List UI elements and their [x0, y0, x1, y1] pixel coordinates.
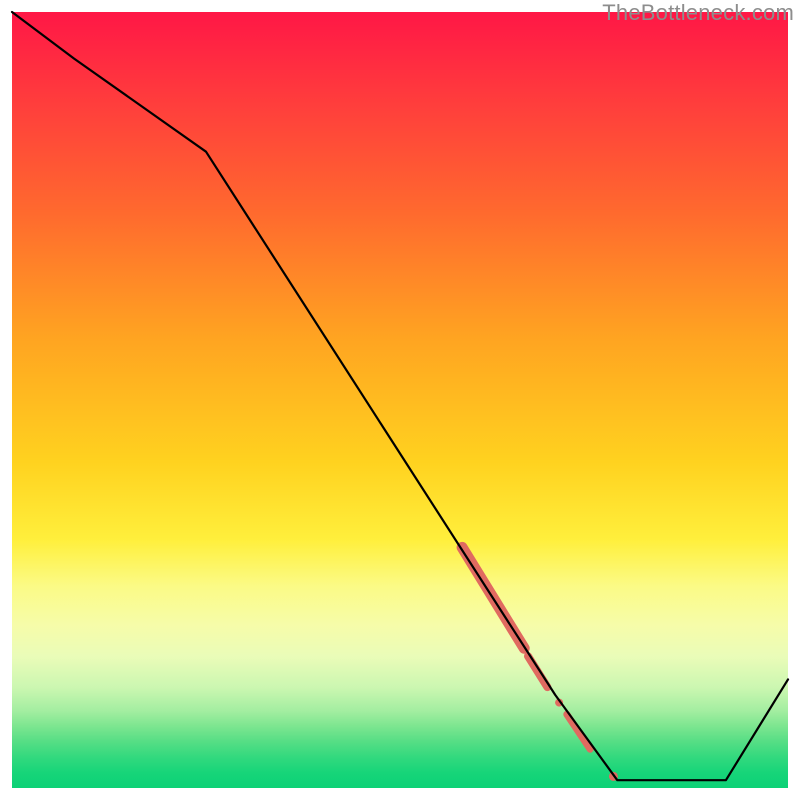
chart-container: TheBottleneck.com — [0, 0, 800, 800]
chart-highlights — [462, 547, 618, 781]
bottleneck-curve — [12, 12, 788, 780]
chart-overlay-svg — [12, 12, 788, 788]
watermark-label: TheBottleneck.com — [602, 0, 794, 26]
highlight-segment — [528, 656, 547, 687]
highlight-segment — [567, 714, 590, 749]
